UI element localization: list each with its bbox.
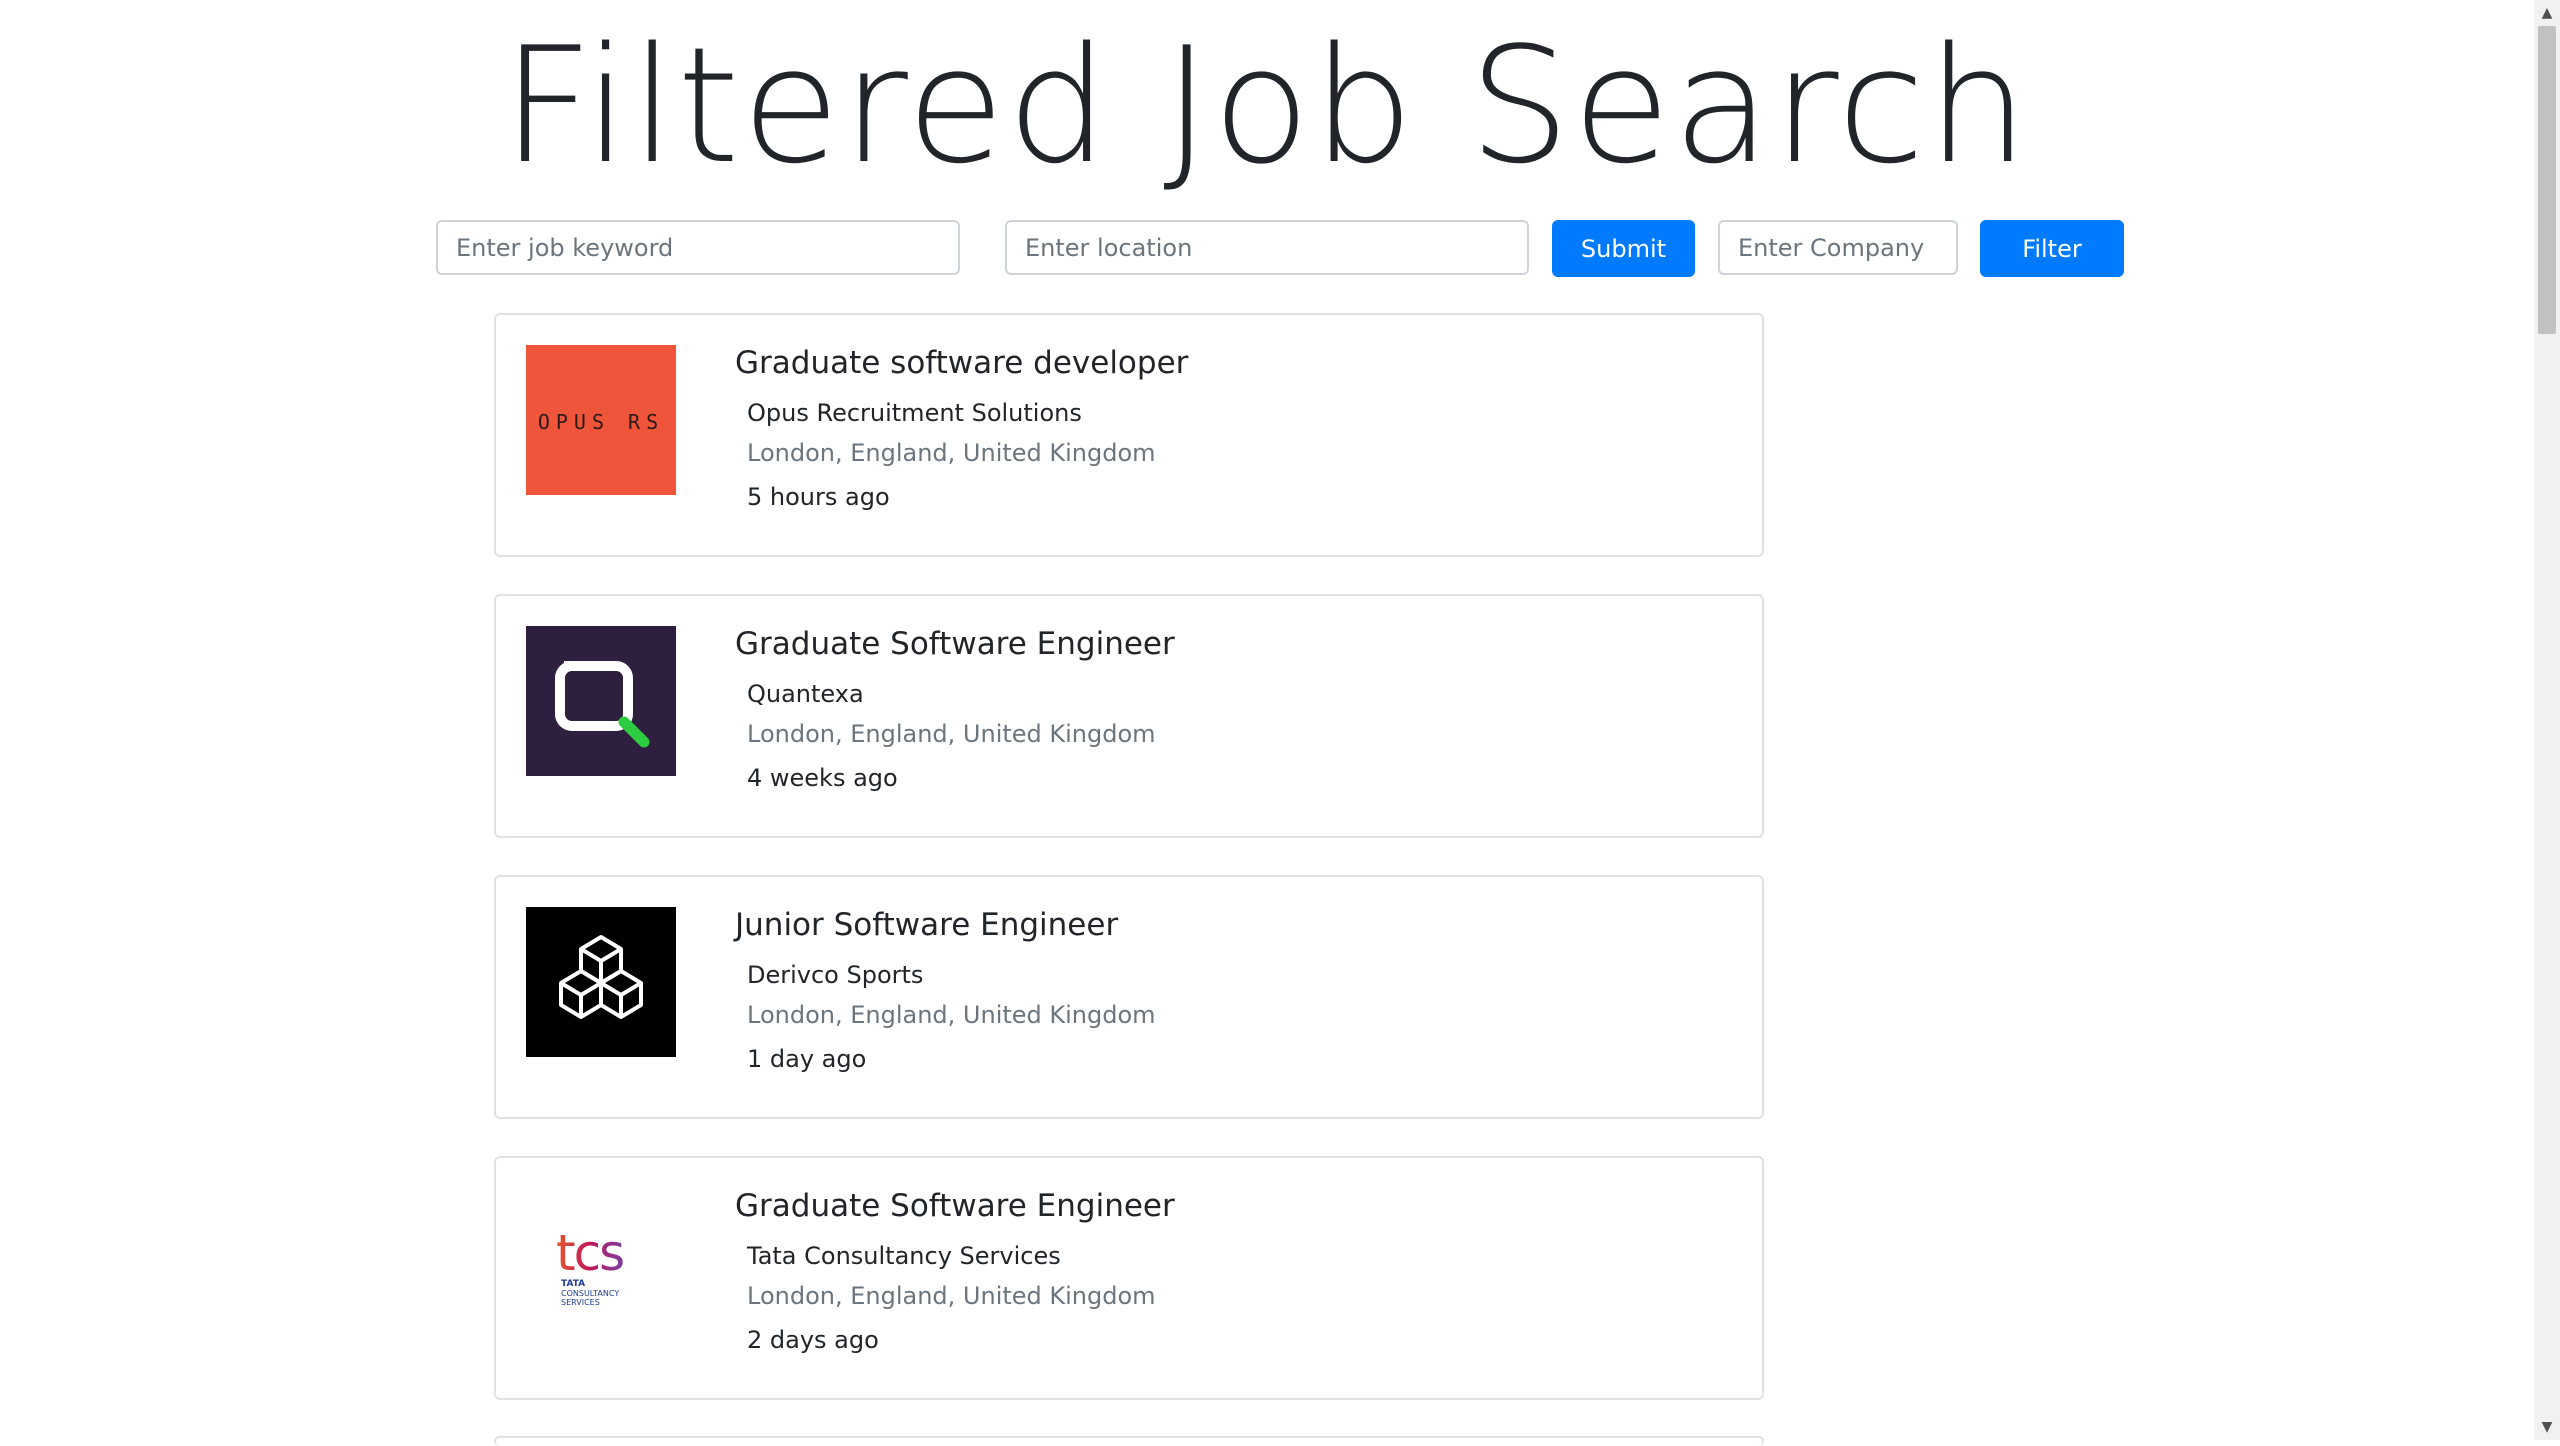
job-keyword-input[interactable] — [436, 220, 960, 275]
job-company: Opus Recruitment Solutions — [747, 399, 1082, 427]
location-input[interactable] — [1005, 220, 1529, 275]
scrollbar[interactable]: ▲ ▼ — [2534, 0, 2560, 1440]
job-location: London, England, United Kingdom — [747, 439, 1156, 467]
job-posted-time: 4 weeks ago — [747, 764, 898, 792]
job-company: Derivco Sports — [747, 961, 924, 989]
quantexa-logo-icon — [526, 626, 676, 776]
job-title[interactable]: Graduate Software Engineer — [735, 1188, 1175, 1224]
scroll-up-arrow-icon[interactable]: ▲ — [2534, 0, 2560, 26]
job-card[interactable]: tcs TATA CONSULTANCY SERVICES Graduate S… — [494, 1156, 1764, 1400]
submit-button[interactable]: Submit — [1552, 220, 1695, 277]
job-title[interactable]: Graduate Software Engineer — [735, 626, 1175, 662]
job-posted-time: 5 hours ago — [747, 483, 890, 511]
job-posted-time: 1 day ago — [747, 1045, 867, 1073]
tcs-logo-icon: tcs TATA CONSULTANCY SERVICES — [526, 1188, 676, 1338]
job-company: Tata Consultancy Services — [747, 1242, 1061, 1270]
tcs-logo-subtext: CONSULTANCY — [561, 1289, 619, 1298]
page-title: Filtered Job Search — [501, 12, 2031, 199]
job-company: Quantexa — [747, 680, 864, 708]
job-card[interactable]: Junior Software Engineer Derivco Sports … — [494, 875, 1764, 1119]
job-title[interactable]: Junior Software Engineer — [735, 907, 1118, 943]
job-posted-time: 2 days ago — [747, 1326, 879, 1354]
job-location: London, England, United Kingdom — [747, 1282, 1156, 1310]
job-card[interactable] — [494, 1436, 1764, 1446]
job-location: London, England, United Kingdom — [747, 1001, 1156, 1029]
tcs-logo-subtext: SERVICES — [561, 1298, 600, 1307]
scrollbar-thumb[interactable] — [2538, 26, 2556, 334]
company-input[interactable] — [1718, 220, 1958, 275]
tcs-logo-subtext: TATA — [561, 1279, 585, 1289]
job-card[interactable]: OPUS RS Graduate software developer Opus… — [494, 313, 1764, 557]
derivco-cubes-logo-icon — [526, 907, 676, 1057]
job-location: London, England, United Kingdom — [747, 720, 1156, 748]
scroll-down-arrow-icon[interactable]: ▼ — [2534, 1414, 2560, 1440]
job-card[interactable]: Graduate Software Engineer Quantexa Lond… — [494, 594, 1764, 838]
opus-rs-logo-icon: OPUS RS — [526, 345, 676, 495]
tcs-logo-text: tcs — [556, 1224, 623, 1282]
opus-rs-logo-text: OPUS RS — [538, 410, 664, 434]
job-title[interactable]: Graduate software developer — [735, 345, 1188, 381]
filter-button[interactable]: Filter — [1980, 220, 2124, 277]
